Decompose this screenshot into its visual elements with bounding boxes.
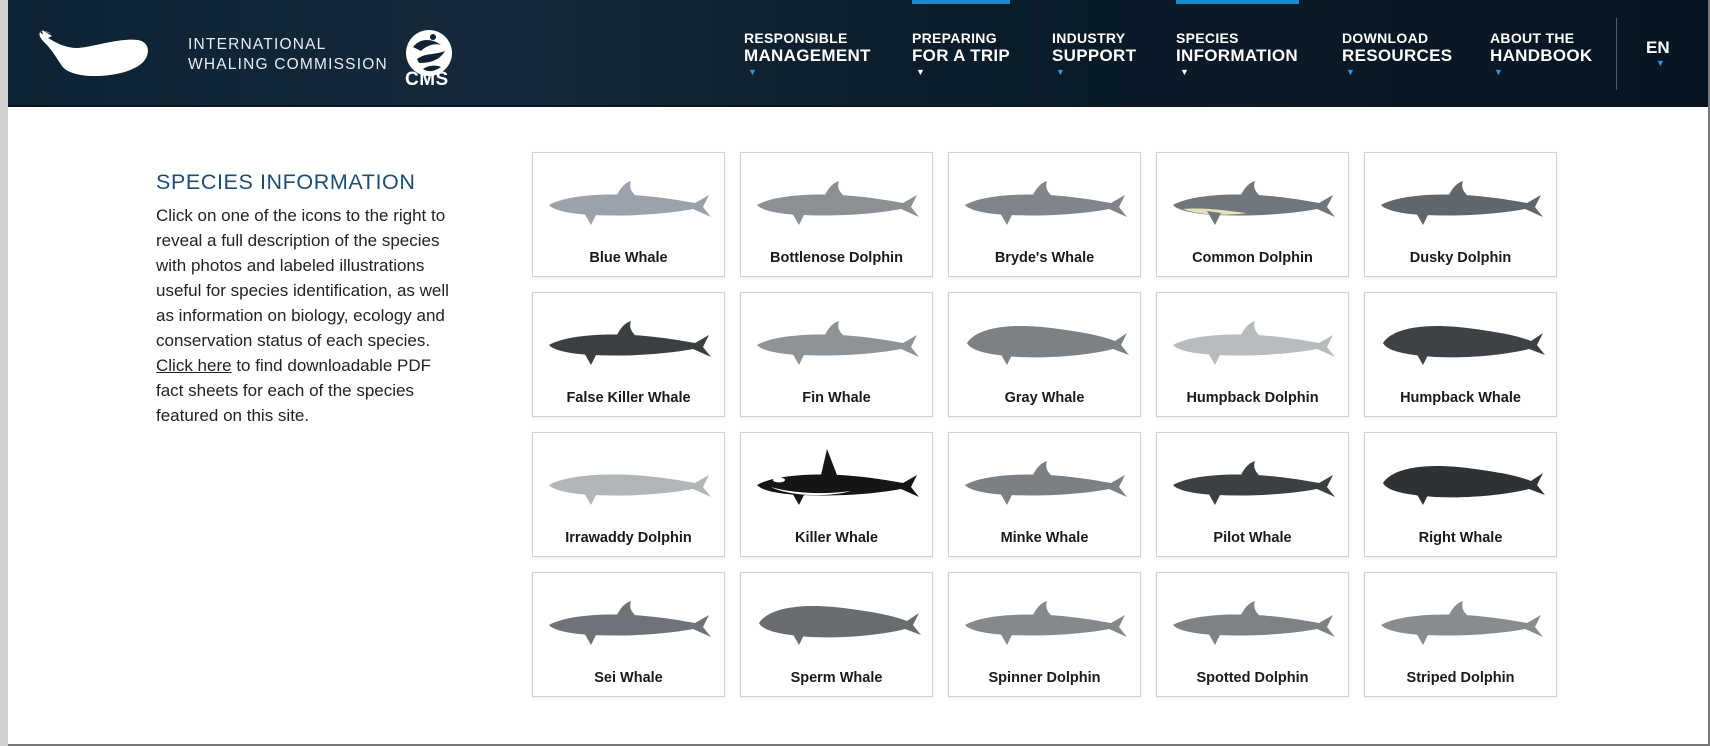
species-card-sperm-whale[interactable]: Sperm Whale (740, 572, 933, 697)
species-card-label: Spotted Dolphin (1196, 670, 1309, 686)
caret-down-icon: ▼ (748, 67, 757, 77)
nav-species-information[interactable]: SPECIES INFORMATION ▼ (1176, 0, 1299, 104)
species-card-bryde-s-whale[interactable]: Bryde's Whale (948, 152, 1141, 277)
species-card-label: Dusky Dolphin (1409, 250, 1512, 266)
humpback-whale-illustration-icon (1383, 325, 1545, 365)
intro-text: Click on one of the icons to the right t… (156, 203, 462, 428)
nav-item-line2: INFORMATION (1176, 46, 1298, 65)
species-card-label: False Killer Whale (566, 390, 691, 406)
species-card-label: Blue Whale (589, 250, 668, 266)
species-card-fin-whale[interactable]: Fin Whale (740, 292, 933, 417)
irrawaddy-dolphin-illustration-icon (549, 474, 711, 505)
species-card-label: Fin Whale (802, 390, 871, 406)
minke-whale-illustration-icon (965, 461, 1127, 505)
species-card-humpback-whale[interactable]: Humpback Whale (1364, 292, 1557, 417)
nav-responsible-management[interactable]: RESPONSIBLE MANAGEMENT ▼ (744, 0, 874, 104)
species-card-blue-whale[interactable]: Blue Whale (532, 152, 725, 277)
species-card-spinner-dolphin[interactable]: Spinner Dolphin (948, 572, 1141, 697)
species-card-common-dolphin[interactable]: Common Dolphin (1156, 152, 1349, 277)
sperm-whale-illustration-icon (759, 605, 921, 645)
nav-item-line2: SUPPORT (1052, 46, 1137, 65)
species-card-label: Sperm Whale (790, 670, 883, 686)
nav-item-line1: PREPARING (912, 30, 997, 46)
species-card-bottlenose-dolphin[interactable]: Bottlenose Dolphin (740, 152, 933, 277)
species-card-label: Irrawaddy Dolphin (565, 530, 692, 546)
species-card-dusky-dolphin[interactable]: Dusky Dolphin (1364, 152, 1557, 277)
spinner-dolphin-illustration-icon (965, 601, 1127, 645)
nav-item-line2: MANAGEMENT (744, 46, 871, 65)
species-card-label: Killer Whale (795, 530, 878, 546)
striped-dolphin-illustration-icon (1381, 601, 1543, 645)
org-name: INTERNATIONAL WHALING COMMISSION (188, 35, 388, 75)
nav-download-resources[interactable]: DOWNLOAD RESOURCES ▼ (1342, 0, 1452, 104)
browser-viewport: INTERNATIONAL WHALING COMMISSION CMS RES… (8, 0, 1710, 746)
caret-down-icon: ▼ (1656, 58, 1665, 68)
species-card-label: Right Whale (1418, 530, 1503, 546)
site-logo[interactable]: INTERNATIONAL WHALING COMMISSION CMS (38, 26, 498, 92)
nav-preparing-for-a-trip[interactable]: PREPARING FOR A TRIP ▼ (912, 0, 1010, 104)
nav-item-line1: SPECIES (1176, 30, 1239, 46)
caret-down-icon: ▼ (1056, 67, 1065, 77)
humpback-dolphin-illustration-icon (1173, 321, 1335, 365)
dusky-dolphin-illustration-icon (1381, 181, 1543, 225)
nav-item-line2: HANDBOOK (1490, 46, 1593, 65)
gray-whale-illustration-icon (967, 325, 1129, 365)
bryde-s-whale-illustration-icon (965, 181, 1127, 225)
species-card-right-whale[interactable]: Right Whale (1364, 432, 1557, 557)
nav-item-line2: RESOURCES (1342, 46, 1453, 65)
nav-item-line1: INDUSTRY (1052, 30, 1126, 46)
org-name-line1: INTERNATIONAL (188, 36, 327, 53)
nav-item-line1: RESPONSIBLE (744, 30, 848, 46)
species-card-label: Bottlenose Dolphin (770, 250, 903, 266)
fin-whale-illustration-icon (757, 321, 919, 365)
org-name-line2: WHALING COMMISSION (188, 56, 388, 73)
species-card-sei-whale[interactable]: Sei Whale (532, 572, 725, 697)
false-killer-whale-illustration-icon (549, 321, 711, 365)
sei-whale-illustration-icon (549, 601, 711, 645)
species-card-label: Sei Whale (594, 670, 663, 686)
species-card-label: Humpback Whale (1400, 390, 1521, 406)
common-dolphin-illustration-icon (1173, 181, 1335, 225)
fact-sheets-link[interactable]: Click here (156, 356, 232, 375)
species-card-label: Gray Whale (1004, 390, 1085, 406)
intro-paragraph: Click on one of the icons to the right t… (156, 206, 449, 350)
bottlenose-dolphin-illustration-icon (757, 181, 919, 225)
right-whale-illustration-icon (1383, 465, 1545, 505)
whale-logo-icon (39, 30, 148, 76)
species-card-label: Pilot Whale (1213, 530, 1292, 546)
caret-down-icon: ▼ (1346, 67, 1355, 77)
species-card-striped-dolphin[interactable]: Striped Dolphin (1364, 572, 1557, 697)
species-card-humpback-dolphin[interactable]: Humpback Dolphin (1156, 292, 1349, 417)
nav-divider (1616, 18, 1617, 90)
species-card-label: Humpback Dolphin (1186, 390, 1319, 406)
species-card-killer-whale[interactable]: Killer Whale (740, 432, 933, 557)
caret-down-icon: ▼ (1180, 67, 1189, 77)
cms-label: CMS (405, 69, 449, 90)
spotted-dolphin-illustration-icon (1173, 601, 1335, 645)
species-card-label: Common Dolphin (1192, 250, 1313, 266)
page-title: SPECIES INFORMATION (156, 170, 416, 195)
nav-item-line2: FOR A TRIP (912, 46, 1011, 65)
species-card-spotted-dolphin[interactable]: Spotted Dolphin (1156, 572, 1349, 697)
species-card-pilot-whale[interactable]: Pilot Whale (1156, 432, 1349, 557)
nav-industry-support[interactable]: INDUSTRY SUPPORT ▼ (1052, 0, 1136, 104)
species-card-false-killer-whale[interactable]: False Killer Whale (532, 292, 725, 417)
species-card-label: Minke Whale (1000, 530, 1089, 546)
language-selector[interactable]: EN (1646, 38, 1670, 58)
species-card-label: Striped Dolphin (1406, 670, 1515, 686)
nav-about-the-handbook[interactable]: ABOUT THE HANDBOOK ▼ (1490, 0, 1594, 104)
species-card-irrawaddy-dolphin[interactable]: Irrawaddy Dolphin (532, 432, 725, 557)
nav-item-line1: DOWNLOAD (1342, 30, 1429, 46)
species-card-label: Bryde's Whale (994, 250, 1095, 266)
pilot-whale-illustration-icon (1173, 461, 1335, 505)
site-header: INTERNATIONAL WHALING COMMISSION CMS RES… (8, 0, 1708, 107)
blue-whale-illustration-icon (549, 181, 711, 225)
nav-item-line1: ABOUT THE (1490, 30, 1575, 46)
caret-down-icon: ▼ (1494, 67, 1503, 77)
species-card-gray-whale[interactable]: Gray Whale (948, 292, 1141, 417)
species-card-label: Spinner Dolphin (988, 670, 1101, 686)
species-card-minke-whale[interactable]: Minke Whale (948, 432, 1141, 557)
killer-whale-illustration-icon (757, 449, 919, 505)
caret-down-icon: ▼ (916, 67, 925, 77)
